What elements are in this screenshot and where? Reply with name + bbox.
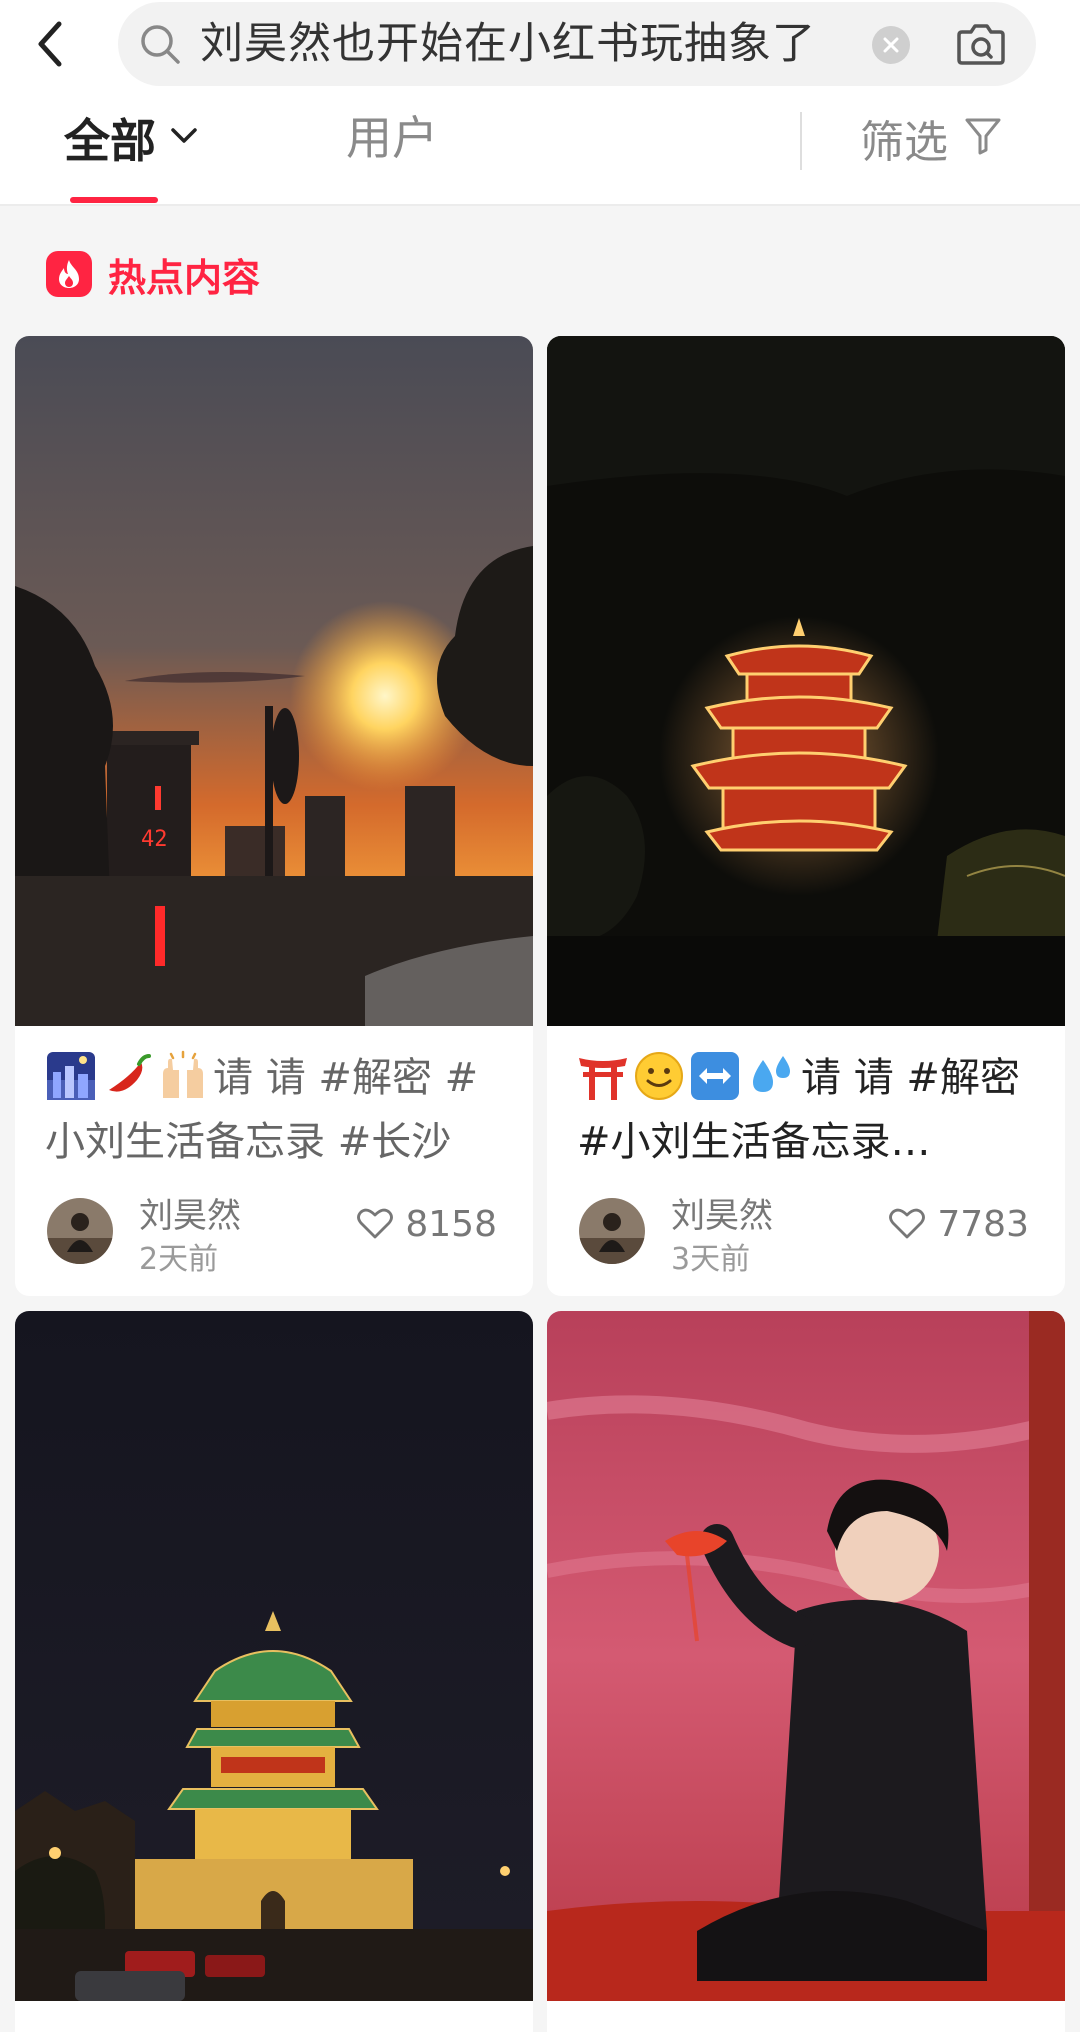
post-time: 3天前 (671, 1242, 751, 1277)
note-card[interactable] (15, 1311, 533, 2032)
raising-hands-emoji (157, 1050, 209, 1102)
chevron-down-icon (170, 127, 198, 149)
search-icon (138, 22, 182, 66)
author-name[interactable]: 刘昊然 (139, 1188, 241, 1237)
back-icon[interactable] (26, 10, 74, 78)
man-on-red-sand-photo (547, 1311, 1065, 2001)
avatar[interactable] (47, 1198, 113, 1264)
tab-all[interactable]: 全部 (64, 108, 198, 168)
camera-search-icon[interactable] (952, 18, 1010, 70)
night-pavilion-photo (547, 336, 1065, 1026)
svg-text:42: 42 (141, 827, 168, 852)
sweat-droplets-emoji (745, 1050, 797, 1102)
note-title: 请 请 #解密 #小刘生活备忘录… (577, 1046, 1047, 1174)
smiling-face-emoji (633, 1050, 685, 1102)
filter-label: 筛选 (860, 117, 948, 168)
like-button[interactable]: 7783 (889, 1204, 1029, 1245)
section-title: 热点内容 (108, 255, 261, 300)
like-count: 7783 (937, 1204, 1029, 1245)
active-tab-indicator (70, 197, 158, 203)
hot-content-header: 热点内容 (46, 248, 260, 300)
night-cityscape-emoji (45, 1050, 97, 1102)
result-tabs: 全部 用户 筛选 (0, 90, 1080, 206)
note-title: 请 请 #解密 #小刘生活备忘录 #长沙 (45, 1046, 515, 1174)
like-count: 8158 (405, 1204, 497, 1245)
bell-tower-night-photo (15, 1311, 533, 2001)
author-name[interactable]: 刘昊然 (671, 1188, 773, 1237)
tab-users[interactable]: 用户 (346, 108, 438, 168)
like-button[interactable]: 8158 (357, 1204, 497, 1245)
tab-all-label: 全部 (64, 114, 156, 168)
note-card[interactable]: 42 请 请 #解密 #小刘生活备忘录 #长沙 刘昊然 2天前 8158 (15, 336, 533, 1296)
search-query-text: 刘昊然也开始在小红书玩抽象了 (200, 19, 816, 69)
torii-gate-emoji (577, 1050, 629, 1102)
flame-icon (46, 251, 92, 297)
note-card[interactable]: 请 请 #解密 #小刘生活备忘录… 刘昊然 3天前 7783 (547, 336, 1065, 1296)
heart-icon (357, 1207, 394, 1243)
search-input[interactable]: 刘昊然也开始在小红书玩抽象了 (118, 2, 1036, 86)
sunset-street-photo: 42 (15, 336, 533, 1026)
search-header: 刘昊然也开始在小红书玩抽象了 (0, 0, 1080, 90)
left-right-arrow-emoji (689, 1050, 741, 1102)
post-time: 2天前 (139, 1242, 219, 1277)
filter-funnel-icon (964, 116, 1002, 160)
filter-button[interactable]: 筛选 (860, 108, 1002, 168)
avatar[interactable] (579, 1198, 645, 1264)
chili-pepper-emoji (101, 1050, 153, 1102)
heart-icon (889, 1207, 926, 1243)
clear-icon[interactable] (872, 26, 910, 64)
note-card[interactable] (547, 1311, 1065, 2032)
tab-divider (800, 112, 802, 170)
